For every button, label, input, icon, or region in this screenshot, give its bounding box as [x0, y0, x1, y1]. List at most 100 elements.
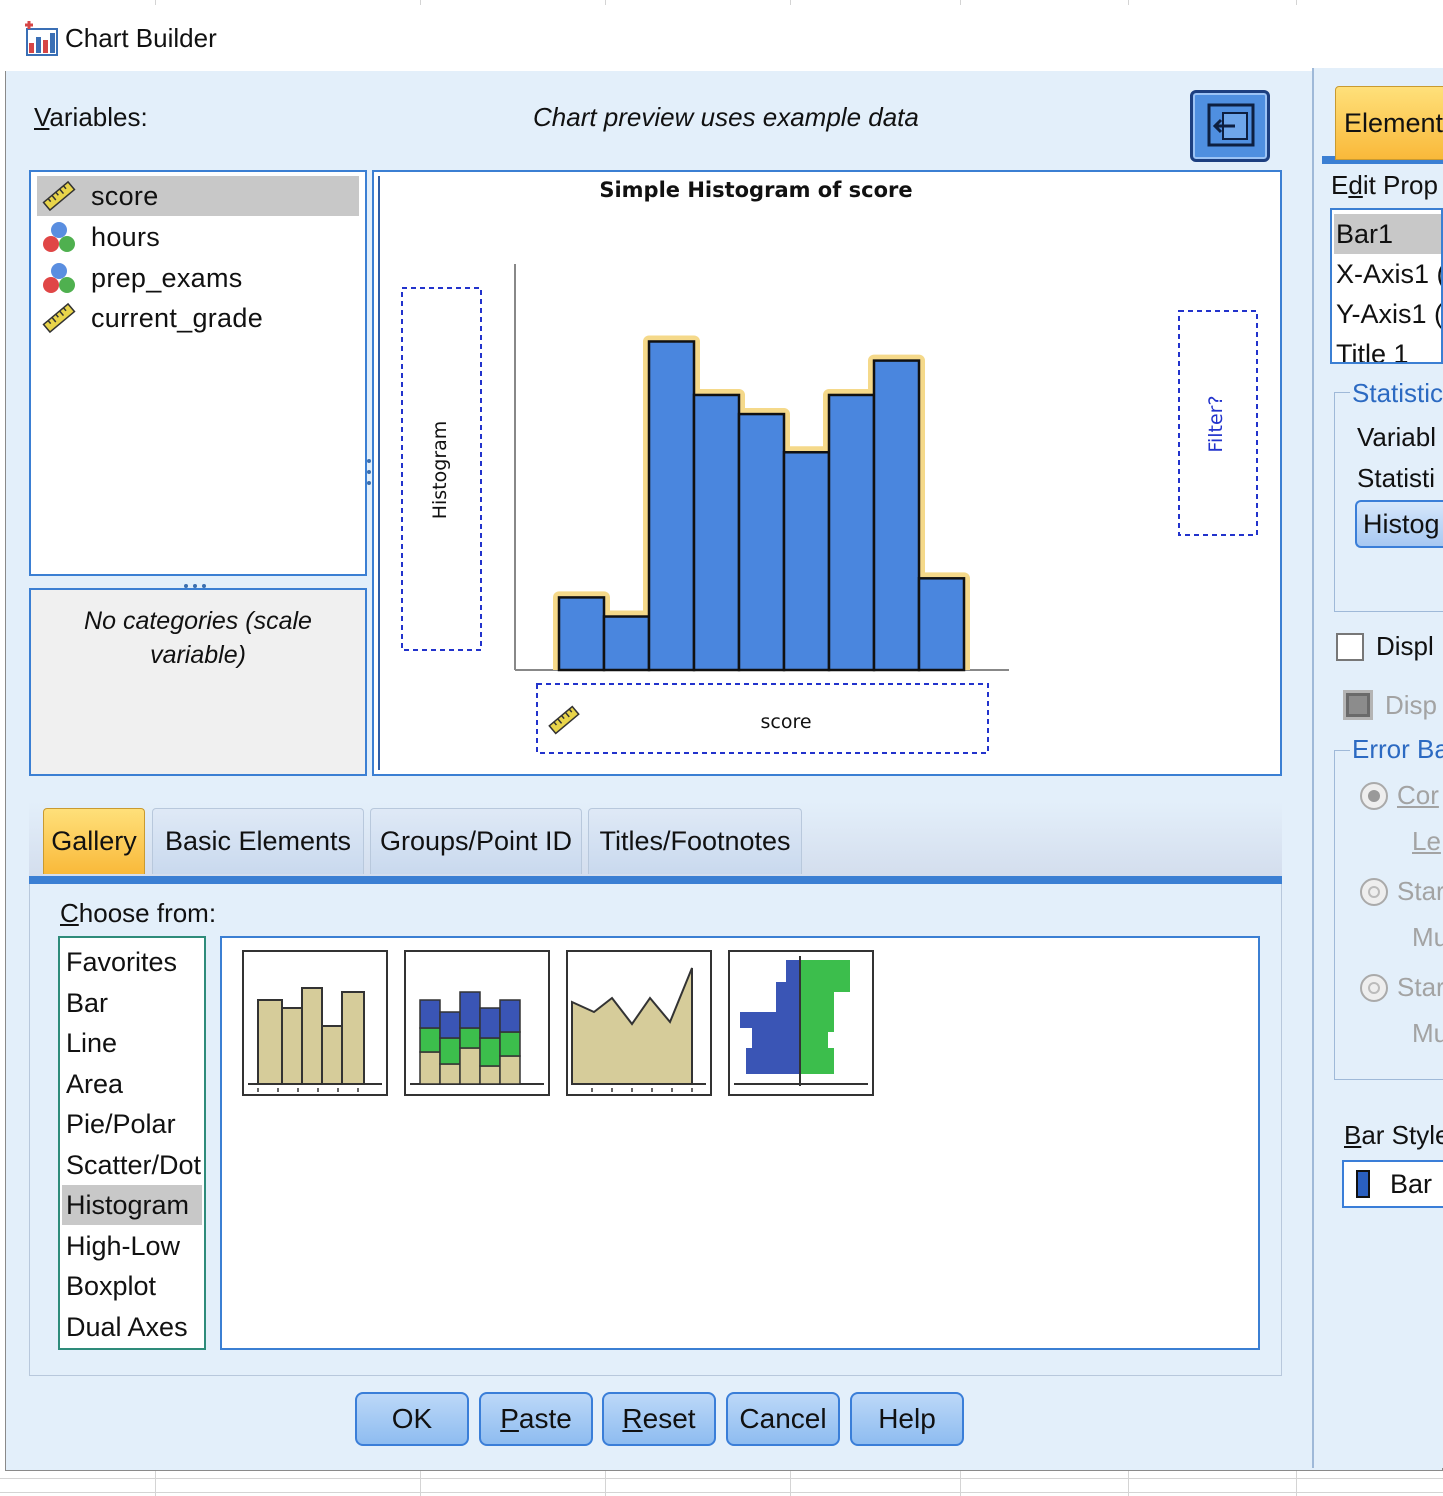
variable-name: hours [91, 221, 161, 252]
histogram-bar-7[interactable] [827, 393, 876, 672]
bar-style-swatch-icon [1356, 1170, 1370, 1198]
title-bar: Chart Builder [5, 5, 1443, 71]
chart-type-pie-polar[interactable]: Pie/Polar [62, 1104, 202, 1144]
element-item-x-axis1[interactable]: X-Axis1 ( [1336, 254, 1441, 294]
tab-strip-underline [29, 876, 1282, 884]
reset-button[interactable]: Reset [602, 1392, 716, 1446]
histogram-bars [557, 340, 966, 672]
error-bars-group-label: Error Ba [1350, 734, 1443, 765]
y-drop-zone-label: Histogram [429, 421, 451, 520]
histogram-chart: Simple Histogram of score Histogram Filt… [401, 178, 1258, 754]
element-item-y-axis1[interactable]: Y-Axis1 ( [1336, 294, 1441, 334]
paste-button-rest: aste [518, 1403, 572, 1434]
variables-list[interactable]: score hours prep_exams current_grade [29, 170, 367, 576]
histogram-bar-3[interactable] [647, 340, 696, 672]
window-title: Chart Builder [65, 23, 217, 53]
chart-type-favorites[interactable]: Favorites [62, 942, 202, 982]
reset-button-rest: eset [642, 1403, 696, 1434]
statistic-select[interactable]: Histog [1355, 500, 1443, 548]
x-drop-zone-label: score [760, 711, 811, 733]
radio-confidence-label: Cor [1397, 780, 1439, 810]
histogram-bar-9[interactable] [917, 577, 966, 672]
tab-element-properties[interactable]: Element [1335, 86, 1443, 160]
ruler-icon [37, 176, 81, 216]
ruler-icon [37, 298, 81, 338]
tab-titles-footnotes[interactable]: Titles/Footnotes [588, 808, 802, 874]
export-icon [1207, 103, 1255, 147]
paste-button-mnemonic: P [500, 1403, 519, 1434]
preview-note: Chart preview uses example data [533, 102, 919, 132]
radio-standard-error-label: Star [1397, 876, 1443, 906]
bar-style-value: Bar [1390, 1168, 1433, 1199]
ruler-icon [548, 705, 580, 735]
edit-properties-label: Edit Prop [1331, 170, 1438, 200]
tab-gallery[interactable]: Gallery [43, 808, 145, 874]
histogram-bar-8[interactable] [872, 359, 921, 672]
element-item-title1[interactable]: Title 1 [1336, 334, 1409, 363]
radio-standard-deviation-label: Star [1397, 972, 1443, 1002]
variable-item-hours[interactable]: hours [37, 217, 359, 257]
ok-button[interactable]: OK [355, 1392, 469, 1446]
filter-drop-zone-label: Filter? [1205, 395, 1227, 452]
variable-item-score[interactable]: score [37, 176, 359, 216]
radio-confidence-intervals[interactable] [1360, 782, 1388, 810]
chart-type-area[interactable]: Area [62, 1064, 202, 1104]
splitter-handle[interactable] [180, 576, 210, 588]
display-checkbox-label: Displ [1376, 631, 1434, 661]
histogram-bar-5[interactable] [737, 412, 786, 672]
nominal-icon [37, 258, 81, 298]
element-list[interactable]: Bar1 X-Axis1 ( Y-Axis1 ( Title 1 [1330, 208, 1443, 364]
histogram-bar-6[interactable] [782, 451, 831, 672]
chart-type-scatter-dot[interactable]: Scatter/Dot [62, 1145, 202, 1185]
chart-preview-canvas[interactable]: Simple Histogram of score Histogram Filt… [372, 170, 1282, 776]
display-error-bars-label: Disp [1385, 690, 1438, 720]
categories-note: No categories (scale variable) [31, 604, 365, 672]
chart-type-histogram[interactable]: Histogram [62, 1185, 202, 1225]
nominal-icon [37, 217, 81, 257]
multiplier-label-1: Mu [1412, 922, 1443, 952]
radio-standard-error[interactable] [1360, 878, 1388, 906]
multiplier-label-2: Mu [1412, 1018, 1443, 1048]
variable-item-current-grade[interactable]: current_grade [37, 298, 359, 338]
statistic-label: Statisti [1357, 463, 1436, 493]
export-preview-button[interactable] [1190, 90, 1270, 162]
population-pyramid-icon[interactable] [728, 950, 874, 1096]
categories-note-line2: variable) [150, 641, 246, 669]
frequency-polygon-icon[interactable] [566, 950, 712, 1096]
chart-type-boxplot[interactable]: Boxplot [62, 1266, 202, 1306]
stacked-histogram-icon[interactable] [404, 950, 550, 1096]
bar-style-label: Bar Style [1344, 1120, 1443, 1150]
element-item-bar1[interactable]: Bar1 [1334, 214, 1441, 254]
cancel-button[interactable]: Cancel [726, 1392, 840, 1446]
categories-panel: No categories (scale variable) [29, 588, 367, 776]
choose-from-label: Choose from: [60, 898, 217, 928]
reset-button-mnemonic: R [622, 1403, 643, 1434]
tab-basic-elements[interactable]: Basic Elements [152, 808, 364, 874]
simple-histogram-icon[interactable] [242, 950, 388, 1096]
variable-name: prep_exams [91, 262, 243, 293]
level-label: Le [1412, 826, 1441, 856]
chart-type-high-low[interactable]: High-Low [62, 1226, 202, 1266]
help-button[interactable]: Help [850, 1392, 964, 1446]
chart-type-bar[interactable]: Bar [62, 983, 202, 1023]
variable-name: current_grade [91, 302, 264, 333]
variable-item-prep-exams[interactable]: prep_exams [37, 258, 359, 298]
histogram-bar-1[interactable] [557, 596, 606, 672]
categories-note-line1: No categories (scale [84, 607, 312, 635]
chart-type-dual-axes[interactable]: Dual Axes [62, 1307, 202, 1347]
display-error-bars-checkbox[interactable] [1343, 690, 1373, 720]
bar-style-select[interactable]: Bar [1342, 1160, 1443, 1208]
statistics-group-label: Statistic [1350, 378, 1443, 409]
histogram-bar-4[interactable] [692, 393, 741, 672]
radio-standard-deviation[interactable] [1360, 974, 1388, 1002]
chart-type-list[interactable]: Favorites Bar Line Area Pie/Polar Scatte… [58, 936, 206, 1350]
histogram-bar-2[interactable] [602, 615, 651, 672]
variables-label-text: ariables: [49, 102, 148, 132]
variables-label: Variables: [34, 102, 148, 132]
tab-groups-point-id[interactable]: Groups/Point ID [370, 808, 582, 874]
choose-from-label-text: hoose from: [78, 898, 217, 928]
display-checkbox[interactable] [1336, 633, 1364, 661]
paste-button[interactable]: Paste [479, 1392, 593, 1446]
chart-type-line[interactable]: Line [62, 1023, 202, 1063]
variable-label: Variabl [1357, 422, 1437, 452]
